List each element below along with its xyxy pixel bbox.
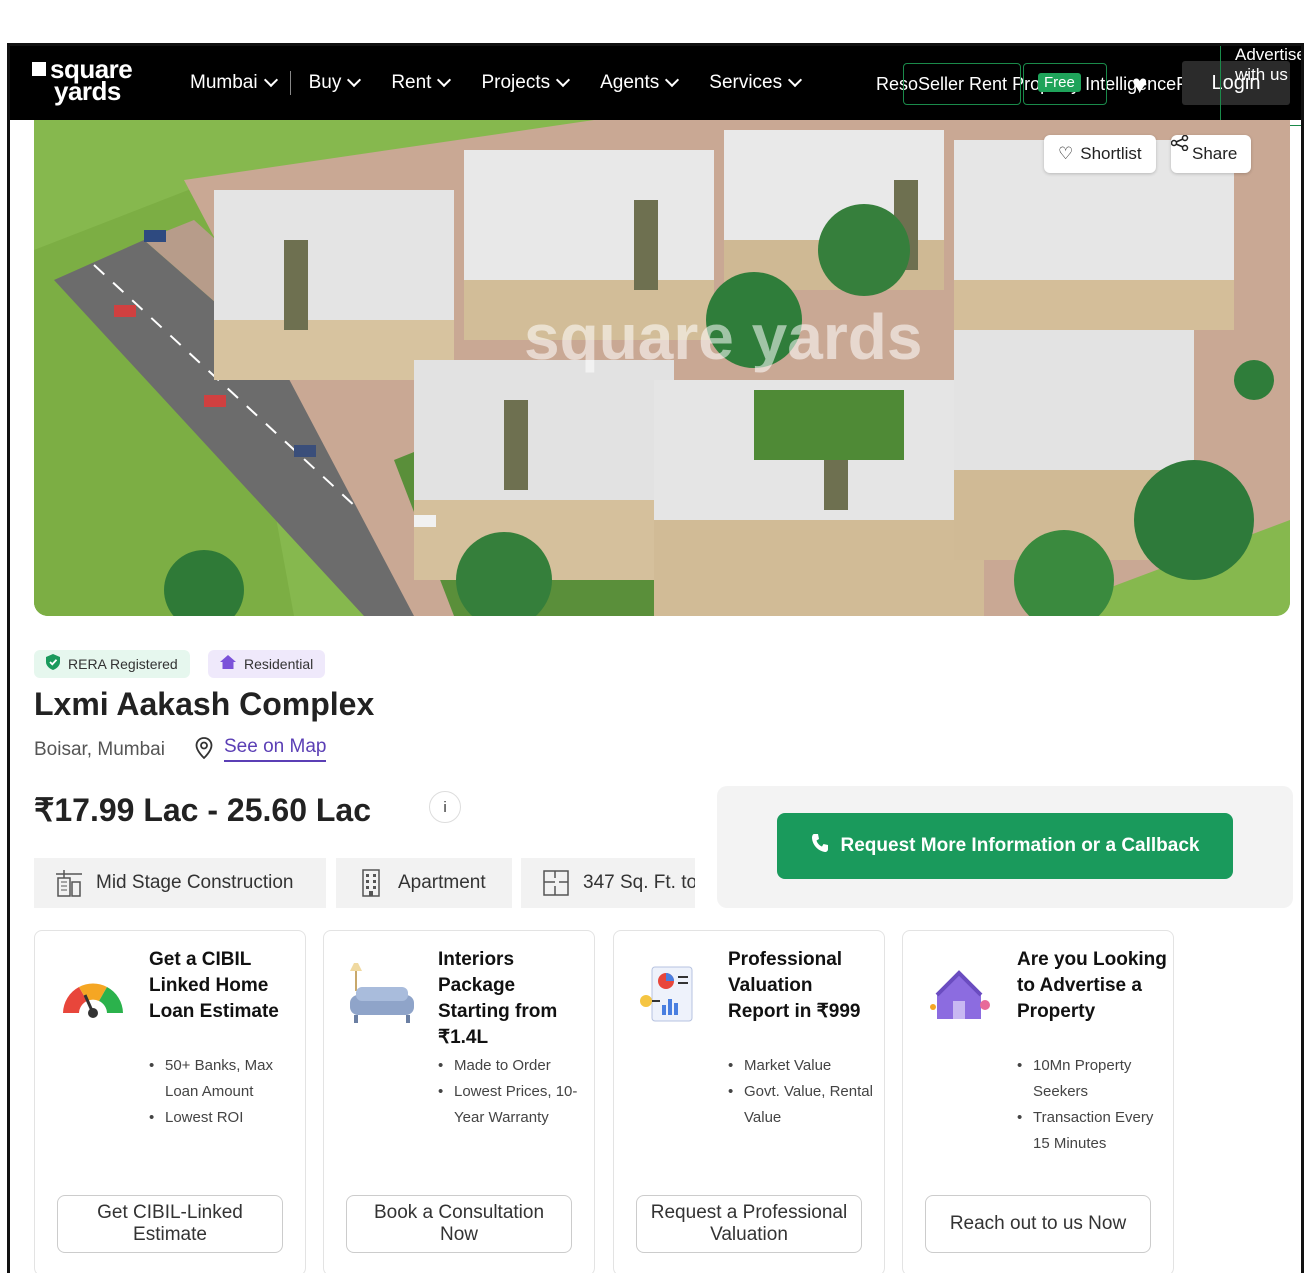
get-cibil-estimate-button[interactable]: Get CIBIL-Linked Estimate xyxy=(57,1195,283,1253)
nav-label: Rent xyxy=(391,72,432,93)
seller-rent-button[interactable] xyxy=(903,63,1021,105)
top-navbar: square yards Mumbai Buy Rent Projects Ag… xyxy=(10,46,1301,126)
image-watermark: square yards xyxy=(524,301,923,373)
rera-label: RERA Registered xyxy=(68,656,178,672)
card-title: Professional Valuation Report in ₹999 xyxy=(728,949,861,1022)
card-bullets: Market Value Govt. Value, Rental Value xyxy=(728,1053,878,1131)
chevron-down-icon xyxy=(263,72,278,88)
valuation-card: Professional Valuation Report in ₹999 Ma… xyxy=(613,930,885,1273)
page-frame: square yards Mumbai Buy Rent Projects Ag… xyxy=(7,43,1304,1273)
advertise-button[interactable]: Advertise with us xyxy=(1220,46,1301,126)
crane-icon xyxy=(54,868,84,898)
chevron-down-icon xyxy=(556,72,571,88)
chevron-down-icon xyxy=(665,72,680,88)
nav-buy[interactable]: Buy xyxy=(308,72,362,94)
rera-registered-badge: RERA Registered xyxy=(34,650,190,678)
logo-text-line2: yards xyxy=(54,76,121,106)
nav-rent[interactable]: Rent xyxy=(391,72,452,94)
nav-label: Buy xyxy=(308,72,342,93)
area-chip: 347 Sq. Ft. to xyxy=(521,858,695,908)
speedometer-icon xyxy=(57,961,129,1033)
property-type-chip: Apartment xyxy=(336,858,512,908)
heart-outline-icon: ♡ xyxy=(1058,144,1074,163)
phone-icon xyxy=(811,833,829,859)
card-title: Get a CIBIL Linked Home Loan Estimate xyxy=(149,949,279,1022)
chevron-down-icon xyxy=(347,72,362,88)
construction-status-chip: Mid Stage Construction xyxy=(34,858,326,908)
card-bullet: Transaction Every 15 Minutes xyxy=(1017,1105,1167,1157)
project-hero-image[interactable]: square yards ♡ Shortlist Share xyxy=(34,120,1290,616)
valuation-report-icon xyxy=(636,961,708,1033)
share-button[interactable]: Share xyxy=(1171,135,1252,173)
heart-icon[interactable]: ♥ xyxy=(1132,71,1147,97)
free-badge: Free xyxy=(1038,73,1081,92)
price-range: ₹17.99 Lac - 25.60 Lac xyxy=(34,792,372,828)
nav-divider xyxy=(289,71,291,95)
project-title: Lxmi Aakash Complex xyxy=(34,686,375,722)
card-bullet: Made to Order xyxy=(438,1053,588,1079)
map-pin-icon xyxy=(195,737,213,760)
card-bullets: 10Mn Property Seekers Transaction Every … xyxy=(1017,1053,1167,1157)
residential-label: Residential xyxy=(244,656,314,672)
request-callback-button[interactable]: Request More Information or a Callback xyxy=(777,813,1233,879)
nav-agents[interactable]: Agents xyxy=(600,72,680,94)
project-location: Boisar, Mumbai xyxy=(34,739,165,760)
house-megaphone-icon xyxy=(925,961,997,1033)
see-on-map-link[interactable]: See on Map xyxy=(224,736,327,762)
area-label: 347 Sq. Ft. to xyxy=(583,872,695,893)
request-valuation-button[interactable]: Request a Professional Valuation xyxy=(636,1195,862,1253)
construction-status-label: Mid Stage Construction xyxy=(96,872,294,893)
shortlist-button[interactable]: ♡ Shortlist xyxy=(1044,135,1156,173)
cibil-loan-card: Get a CIBIL Linked Home Loan Estimate 50… xyxy=(34,930,306,1273)
square-yards-logo[interactable]: square yards xyxy=(32,56,133,106)
card-bullet: Govt. Value, Rental Value xyxy=(728,1079,878,1131)
shield-check-icon xyxy=(46,654,60,674)
building-icon xyxy=(356,868,386,898)
nav-city-mumbai[interactable]: Mumbai xyxy=(190,72,278,94)
nav-label: Agents xyxy=(600,72,660,93)
nav-label: Mumbai xyxy=(190,72,258,93)
card-bullet: Market Value xyxy=(728,1053,878,1079)
property-type-label: Apartment xyxy=(398,872,486,893)
advertise-property-card: Are you Looking to Advertise a Property … xyxy=(902,930,1174,1273)
floor-plan-icon xyxy=(541,868,571,898)
interiors-card: Interiors Package Starting from ₹1.4L Ma… xyxy=(323,930,595,1273)
nav-services[interactable]: Services xyxy=(709,72,803,94)
info-icon[interactable]: i xyxy=(429,791,461,823)
reach-out-button[interactable]: Reach out to us Now xyxy=(925,1195,1151,1253)
book-consultation-button[interactable]: Book a Consultation Now xyxy=(346,1195,572,1253)
request-callback-label: Request More Information or a Callback xyxy=(840,835,1200,856)
card-bullet: Lowest ROI xyxy=(149,1105,299,1131)
shortlist-label: Shortlist xyxy=(1080,144,1142,163)
chevron-down-icon xyxy=(788,72,803,88)
home-icon xyxy=(220,655,236,673)
card-title: Are you Looking to Advertise a Property xyxy=(1017,949,1167,1022)
main-nav: Mumbai Buy Rent Projects Agents Services xyxy=(190,46,832,120)
card-title: Interiors Package Starting from ₹1.4L xyxy=(438,949,558,1048)
card-bullets: 50+ Banks, Max Loan Amount Lowest ROI xyxy=(149,1053,299,1131)
card-bullets: Made to Order Lowest Prices, 10-Year War… xyxy=(438,1053,588,1131)
nav-label: Projects xyxy=(481,72,551,93)
card-bullet: 50+ Banks, Max Loan Amount xyxy=(149,1053,299,1105)
nav-label: Services xyxy=(709,72,783,93)
nav-projects[interactable]: Projects xyxy=(481,72,571,94)
share-label: Share xyxy=(1192,144,1238,163)
sofa-icon xyxy=(346,961,418,1033)
card-bullet: 10Mn Property Seekers xyxy=(1017,1053,1167,1105)
chevron-down-icon xyxy=(437,72,452,88)
card-bullet: Lowest Prices, 10-Year Warranty xyxy=(438,1079,588,1131)
residential-badge: Residential xyxy=(208,650,326,678)
